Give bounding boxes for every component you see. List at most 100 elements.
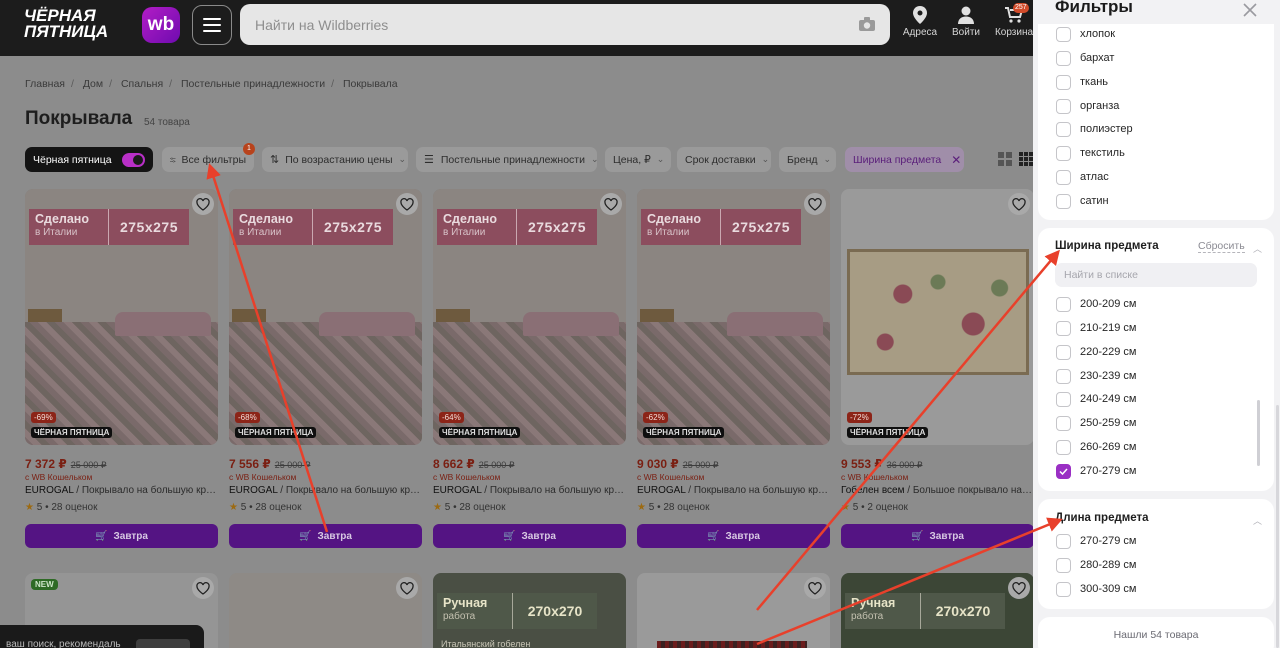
width-option[interactable]: 200-209 см [1056,296,1137,312]
favorite-heart-icon[interactable] [600,193,622,215]
width-option[interactable]: 260-269 см [1056,439,1137,455]
length-option[interactable]: 300-309 см [1056,581,1137,597]
all-filters-button[interactable]: Все фильтры [162,147,254,172]
reset-button[interactable]: Сбросить [1198,240,1245,253]
delivery-dropdown[interactable]: Срок доставки ⌄ [677,147,771,172]
product-image[interactable]: Сделано в Италии 275х275 -69% ЧЁРНАЯ ПЯТНИ… [25,189,218,445]
product-name[interactable]: EUROGAL / Покрывало на большую кровать [229,485,422,496]
add-to-cart-button[interactable]: 🛒 Завтра [637,524,830,548]
favorite-heart-icon[interactable] [396,577,418,599]
favorite-heart-icon[interactable] [192,193,214,215]
checkbox[interactable] [1056,74,1071,90]
add-to-cart-button[interactable]: 🛒 Завтра [25,524,218,548]
product-image[interactable]: Ручная работа 270х270 [841,573,1034,648]
checkbox[interactable] [1056,557,1071,573]
checkbox[interactable] [1056,344,1071,360]
search-input[interactable] [240,4,820,45]
breadcrumb-item[interactable]: Постельные принадлежности [181,78,325,90]
product-image[interactable] [229,573,422,648]
product-image[interactable]: Сделано в Италии 275х275 -68% ЧЁРНАЯ ПЯТНИ… [229,189,422,445]
add-to-cart-button[interactable]: 🛒 Завтра [229,524,422,548]
favorite-heart-icon[interactable] [1008,193,1030,215]
chevron-up-icon[interactable]: ︿ [1253,242,1262,255]
chevron-up-icon[interactable]: ︿ [1253,514,1262,527]
product-image[interactable]: Сделано в Италии 275х275 -64% ЧЁРНАЯ ПЯТНИ… [433,189,626,445]
brand-dropdown[interactable]: Бренд ⌄ [779,147,836,172]
material-option[interactable]: ткань [1056,74,1108,90]
material-option[interactable]: атлас [1056,169,1109,185]
list-scrollbar[interactable] [1257,400,1260,466]
toast-button[interactable] [136,639,190,648]
material-option[interactable]: хлопок [1056,26,1115,42]
product-image[interactable]: Сделано в Италии 275х275 -62% ЧЁРНАЯ ПЯТНИ… [637,189,830,445]
cart-icon: 🛒 [503,530,516,542]
width-option[interactable]: 210-219 см [1056,320,1137,336]
remove-filter-icon[interactable]: ✕ [951,153,961,167]
checkbox[interactable] [1056,320,1071,336]
addresses-button[interactable]: Адреса [898,6,942,46]
material-option[interactable]: бархат [1056,50,1114,66]
width-option[interactable]: 240-249 см [1056,391,1137,407]
checkbox[interactable] [1056,581,1071,597]
favorite-heart-icon[interactable] [804,193,826,215]
material-option[interactable]: полиэстер [1056,121,1133,137]
list-search-input[interactable] [1055,263,1257,287]
product-name[interactable]: EUROGAL / Покрывало на большую кровать [637,485,830,496]
product-image[interactable]: Ручная работа 270х270 Итальянский гобелен [433,573,626,648]
grid-view-3-icon[interactable] [1019,152,1033,166]
menu-button[interactable] [192,5,232,45]
active-filter-chip[interactable]: Ширина предмета ✕ [845,147,964,172]
favorite-heart-icon[interactable] [192,577,214,599]
breadcrumb-item[interactable]: Главная [25,78,65,90]
login-button[interactable]: Войти [944,6,988,46]
black-friday-toggle[interactable] [121,152,145,167]
checkbox[interactable] [1056,533,1071,549]
sort-dropdown[interactable]: ⇅ По возрастанию цены ⌄ [262,147,408,172]
product-image[interactable] [637,573,830,648]
width-option[interactable]: 220-229 см [1056,344,1137,360]
product-name[interactable]: EUROGAL / Покрывало на большую кровать [25,485,218,496]
breadcrumb-item[interactable]: Спальня [121,78,163,90]
checkbox[interactable] [1056,121,1071,137]
favorite-heart-icon[interactable] [1008,577,1030,599]
checkbox[interactable] [1056,169,1071,185]
material-option[interactable]: сатин [1056,193,1109,209]
price-dropdown[interactable]: Цена, ₽ ⌄ [605,147,671,172]
product-image[interactable]: -72% ЧЁРНАЯ ПЯТНИЦА [841,189,1034,445]
checkbox[interactable] [1056,391,1071,407]
checkbox[interactable] [1056,296,1071,312]
material-option[interactable]: текстиль [1056,145,1125,161]
width-option[interactable]: 230-239 см [1056,368,1137,384]
add-to-cart-button[interactable]: 🛒 Завтра [841,524,1034,548]
checkbox[interactable] [1056,98,1071,114]
checkbox[interactable] [1056,145,1071,161]
length-option[interactable]: 280-289 см [1056,557,1137,573]
width-option[interactable]: 250-259 см [1056,415,1137,431]
checkbox[interactable] [1056,193,1071,209]
camera-icon[interactable] [858,16,876,32]
wb-logo[interactable]: wb [142,7,180,43]
checkbox[interactable] [1056,439,1071,455]
panel-scrollbar[interactable] [1276,405,1279,648]
material-option[interactable]: органза [1056,98,1119,114]
favorite-heart-icon[interactable] [396,193,418,215]
length-option[interactable]: 270-279 см [1056,533,1137,549]
breadcrumb-item[interactable]: Покрывала [343,78,398,90]
width-option-checked[interactable]: 270-279 см [1056,463,1137,479]
breadcrumb-item[interactable]: Дом [83,78,103,90]
add-to-cart-button[interactable]: 🛒 Завтра [433,524,626,548]
category-dropdown[interactable]: ☰ Постельные принадлежности ⌄ [416,147,599,172]
favorite-heart-icon[interactable] [804,577,826,599]
close-icon[interactable] [1242,2,1258,18]
checkbox-checked[interactable] [1056,463,1071,479]
checkbox[interactable] [1056,50,1071,66]
black-friday-toggle-chip[interactable]: Чёрная пятница [25,147,153,172]
checkbox[interactable] [1056,26,1071,42]
product-brand: EUROGAL [433,485,482,496]
checkbox[interactable] [1056,415,1071,431]
product-name[interactable]: EUROGAL / Покрывало на большую кровать [433,485,626,496]
black-friday-logo[interactable]: ЧЁРНАЯ ПЯТНИЦА [24,7,136,40]
product-name[interactable]: Гобелен всем / Большое покрывало на кров… [841,485,1034,496]
checkbox[interactable] [1056,368,1071,384]
grid-view-2-icon[interactable] [998,152,1012,166]
